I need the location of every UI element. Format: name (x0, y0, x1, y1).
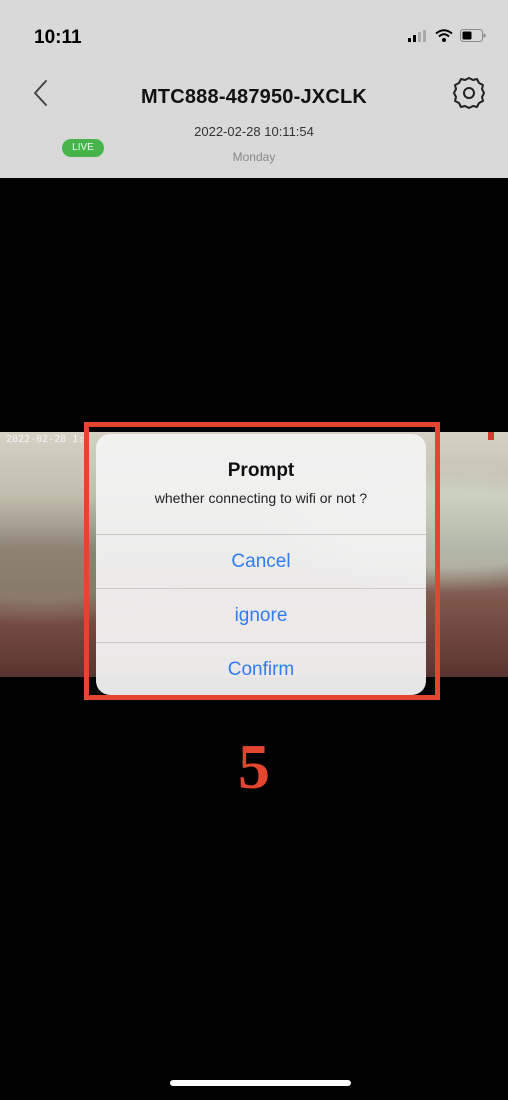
battery-icon (460, 29, 486, 42)
recording-indicator (488, 432, 494, 440)
settings-gear-icon[interactable] (451, 75, 487, 111)
status-icons (408, 29, 486, 42)
device-name: MTC888-487950-JXCLK (140, 86, 368, 108)
video-timestamp-overlay: 2022-02-28 1:1 (6, 434, 91, 445)
top-bar: 10:11 MTC888-487950-JXCLK 2022-02-28 10:… (0, 0, 508, 178)
camera-datetime: 2022-02-28 10:11:54 (194, 124, 314, 139)
step-number-label: 5 (238, 731, 270, 802)
camera-weekday: Monday (232, 150, 276, 164)
cellular-signal-icon (408, 29, 426, 42)
phone-screen: 10:11 MTC888-487950-JXCLK 2022-02-28 10:… (0, 0, 508, 1100)
home-indicator[interactable] (170, 1080, 351, 1086)
wifi-icon (435, 29, 453, 42)
status-time: 10:11 (34, 27, 82, 48)
highlight-box (84, 422, 440, 700)
